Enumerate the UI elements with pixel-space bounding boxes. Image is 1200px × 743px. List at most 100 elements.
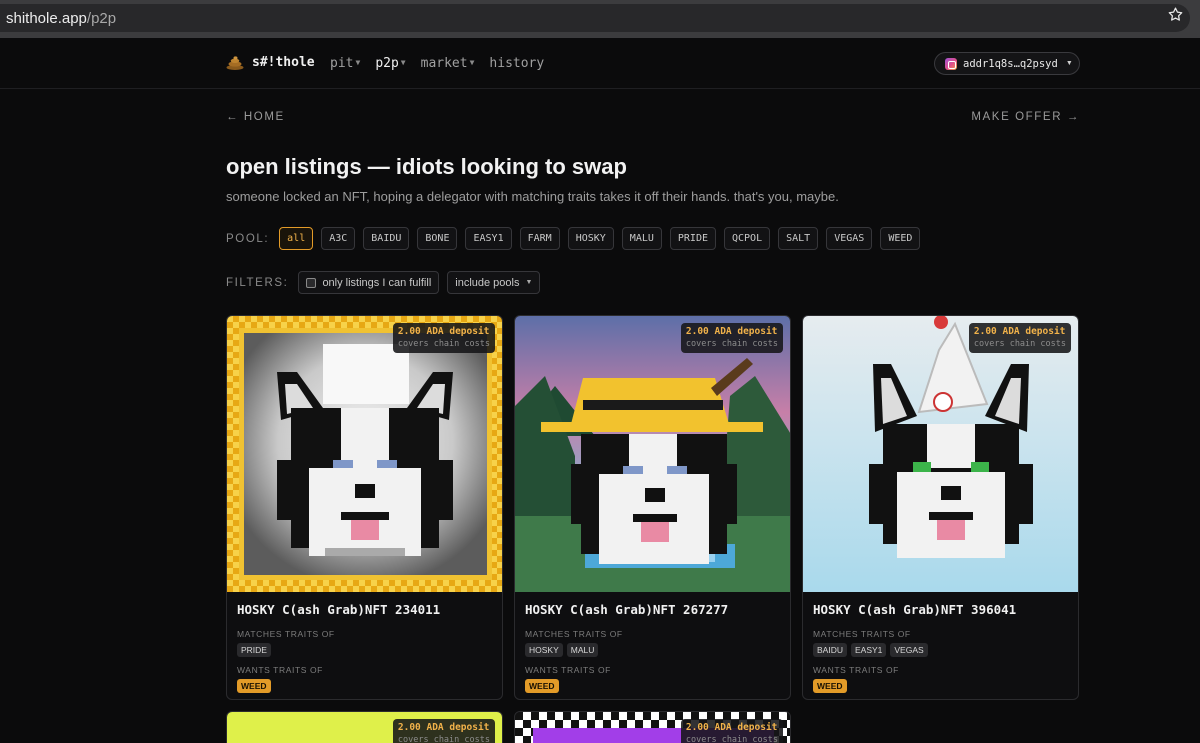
- nft-image: 2.00 ADA deposit covers chain costs: [803, 316, 1078, 592]
- listing-card[interactable]: 2.00 ADA deposit covers chain costs: [226, 711, 503, 743]
- listing-card[interactable]: 2.00 ADA deposit covers chain costs HOSK…: [226, 315, 503, 700]
- chevron-down-icon: ▼: [1065, 60, 1073, 67]
- wants-label: WANTS TRAITS OF: [237, 665, 323, 675]
- pool-chip-salt[interactable]: SALT: [778, 227, 819, 250]
- want-tag: WEED: [813, 679, 847, 693]
- card-body: HOSKY C(ash Grab)NFT 267277 MATCHES TRAI…: [515, 592, 790, 699]
- deposit-amount: 2.00 ADA deposit: [397, 722, 490, 733]
- poop-icon: [226, 55, 244, 70]
- matches-tags: BAIDU EASY1 VEGAS: [813, 643, 1068, 657]
- nft-title: HOSKY C(ash Grab)NFT 234011: [237, 602, 441, 617]
- listing-card[interactable]: 2.00 ADA deposit covers chain costs HOSK…: [802, 315, 1079, 700]
- wants-label: WANTS TRAITS OF: [813, 665, 899, 675]
- pool-chip-farm[interactable]: FARM: [519, 227, 560, 250]
- listing-card[interactable]: 2.00 ADA deposit covers chain costs HOSK…: [514, 315, 791, 700]
- filters-row: FILTERS: only listings I can fulfill inc…: [226, 271, 541, 294]
- bookmark-star-icon[interactable]: [1167, 6, 1184, 23]
- trait-tag: BAIDU: [813, 643, 847, 657]
- address-bar[interactable]: shithole.app/p2p: [0, 4, 1190, 32]
- include-pools-label: include pools: [455, 276, 520, 289]
- chevron-down-icon: ▼: [400, 58, 406, 67]
- deposit-amount: 2.00 ADA deposit: [973, 326, 1066, 337]
- nft-image: 2.00 ADA deposit covers chain costs: [515, 316, 790, 592]
- deposit-badge: 2.00 ADA deposit covers chain costs: [680, 323, 783, 353]
- wants-tags: WEED: [237, 679, 492, 693]
- listing-card[interactable]: 2.00 ADA deposit covers chain costs: [514, 711, 791, 743]
- wants-label: WANTS TRAITS OF: [525, 665, 611, 675]
- deposit-note: covers chain costs: [973, 339, 1066, 349]
- trait-tag: EASY1: [850, 643, 887, 657]
- nft-title: HOSKY C(ash Grab)NFT 396041: [813, 602, 1017, 617]
- deposit-note: covers chain costs: [397, 735, 490, 743]
- chevron-down-icon: ▼: [469, 58, 475, 67]
- trait-tag: MALU: [566, 643, 599, 657]
- page-subtitle: someone locked an NFT, hoping a delegato…: [226, 189, 839, 204]
- fulfill-checkbox[interactable]: [306, 277, 317, 288]
- matches-tags: HOSKY MALU: [525, 643, 780, 657]
- deposit-amount: 2.00 ADA deposit: [397, 326, 490, 337]
- deposit-amount: 2.00 ADA deposit: [685, 722, 778, 733]
- wallet-button[interactable]: addr1q8s…q2psyd ▼: [934, 52, 1080, 75]
- fulfill-filter-label: only listings I can fulfill: [322, 276, 432, 289]
- chevron-down-icon: ▼: [355, 58, 361, 67]
- browser-toolbar: shithole.app/p2p: [0, 0, 1200, 38]
- card-body: HOSKY C(ash Grab)NFT 396041 MATCHES TRAI…: [803, 592, 1078, 699]
- card-body: HOSKY C(ash Grab)NFT 234011 MATCHES TRAI…: [227, 592, 502, 699]
- pool-chip-baidu[interactable]: BAIDU: [363, 227, 410, 250]
- pool-chip-qcpol[interactable]: QCPOL: [724, 227, 771, 250]
- matches-label: MATCHES TRAITS OF: [525, 629, 623, 639]
- want-tag: WEED: [525, 679, 559, 693]
- nft-image: 2.00 ADA deposit covers chain costs: [227, 316, 502, 592]
- filters-label: FILTERS:: [226, 276, 289, 289]
- nav-history[interactable]: history: [489, 56, 544, 71]
- matches-tags: PRIDE: [237, 643, 492, 657]
- want-tag: WEED: [237, 679, 271, 693]
- include-pools-dropdown[interactable]: include pools ▼: [447, 271, 541, 294]
- pool-chip-weed[interactable]: WEED: [880, 227, 921, 250]
- deposit-badge: 2.00 ADA deposit covers chain costs: [680, 719, 783, 743]
- deposit-note: covers chain costs: [397, 339, 490, 349]
- top-navigation: s#!thole pit ▼ p2p ▼ market ▼ history addr1…: [0, 38, 1200, 89]
- url-text: shithole.app/p2p: [6, 10, 117, 27]
- logo-text: s#!thole: [252, 55, 315, 70]
- pool-chip-hosky[interactable]: HOSKY: [567, 227, 614, 250]
- husky-nft-art: [227, 316, 502, 592]
- chevron-down-icon: ▼: [525, 279, 533, 286]
- wallet-address: addr1q8s…q2psyd: [963, 57, 1058, 70]
- matches-label: MATCHES TRAITS OF: [237, 629, 335, 639]
- pool-chip-pride[interactable]: PRIDE: [669, 227, 716, 250]
- nav-pit[interactable]: pit ▼: [330, 56, 360, 71]
- pool-chip-easy1[interactable]: EASY1: [465, 227, 512, 250]
- husky-nft-art: [515, 316, 790, 592]
- matches-label: MATCHES TRAITS OF: [813, 629, 911, 639]
- trait-tag: HOSKY: [525, 643, 563, 657]
- pool-chip-a3c[interactable]: A3C: [321, 227, 356, 250]
- deposit-amount: 2.00 ADA deposit: [685, 326, 778, 337]
- page-title: open listings — idiots looking to swap: [226, 154, 627, 179]
- deposit-badge: 2.00 ADA deposit covers chain costs: [392, 719, 495, 743]
- nav-market[interactable]: market ▼: [421, 56, 475, 71]
- pool-chip-all[interactable]: all: [279, 227, 314, 250]
- wallet-icon: [945, 57, 957, 70]
- husky-nft-art: [803, 316, 1078, 592]
- trait-tag: PRIDE: [237, 643, 271, 657]
- pool-chip-vegas[interactable]: VEGAS: [826, 227, 873, 250]
- deposit-note: covers chain costs: [685, 735, 778, 743]
- pool-filter: POOL: all A3C BAIDU BONE EASY1 FARM HOSK…: [226, 227, 921, 250]
- pool-chip-bone[interactable]: BONE: [417, 227, 458, 250]
- home-link[interactable]: ← HOME: [226, 111, 285, 123]
- deposit-badge: 2.00 ADA deposit covers chain costs: [392, 323, 495, 353]
- fulfill-filter-toggle[interactable]: only listings I can fulfill: [298, 271, 440, 294]
- main-nav: pit ▼ p2p ▼ market ▼ history: [330, 56, 544, 71]
- nft-image: 2.00 ADA deposit covers chain costs: [515, 712, 790, 743]
- nav-p2p[interactable]: p2p ▼: [375, 56, 405, 71]
- make-offer-link[interactable]: MAKE OFFER →: [971, 111, 1080, 123]
- trait-tag: VEGAS: [890, 643, 928, 657]
- pool-chip-malu[interactable]: MALU: [621, 227, 662, 250]
- site-logo[interactable]: s#!thole: [226, 55, 315, 70]
- nft-image: 2.00 ADA deposit covers chain costs: [227, 712, 502, 743]
- nft-title: HOSKY C(ash Grab)NFT 267277: [525, 602, 729, 617]
- deposit-badge: 2.00 ADA deposit covers chain costs: [968, 323, 1071, 353]
- pool-label: POOL:: [226, 232, 270, 245]
- wants-tags: WEED: [813, 679, 1068, 693]
